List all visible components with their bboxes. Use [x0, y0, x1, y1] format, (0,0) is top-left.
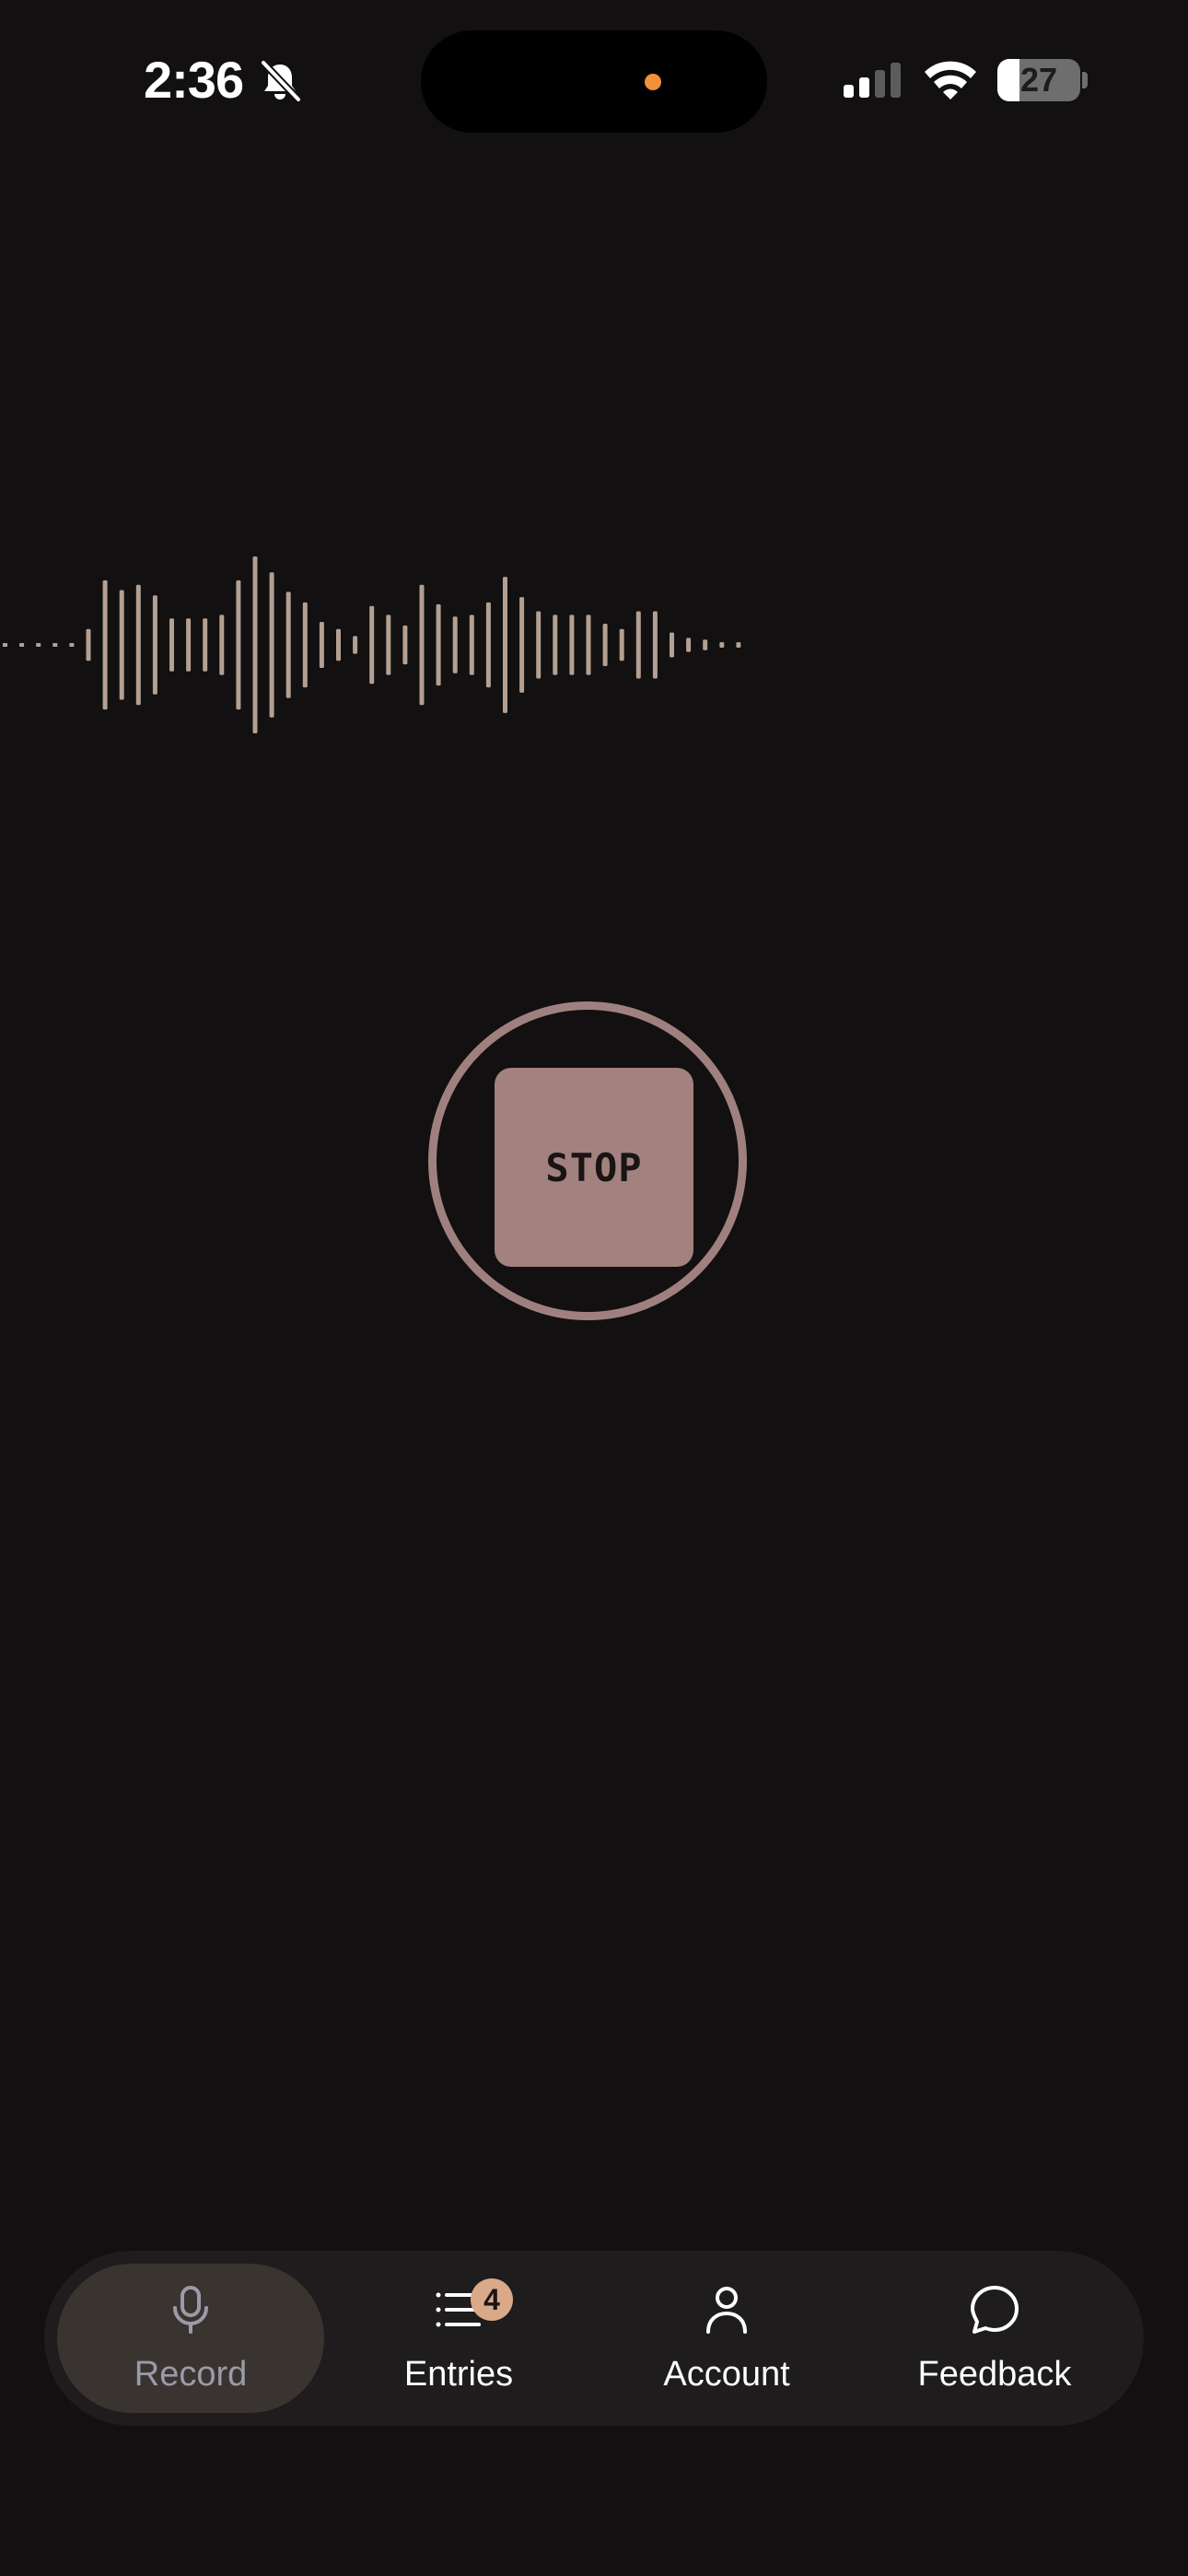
waveform-bar: [353, 636, 358, 654]
waveform-bar: [186, 618, 192, 672]
waveform-bar: [152, 595, 157, 695]
person-icon: [706, 2287, 747, 2334]
waveform-bar: [86, 628, 91, 662]
waveform-bar: [670, 632, 674, 658]
waveform-bar: [569, 615, 575, 675]
cellular-signal-icon: [844, 63, 901, 98]
waveform-tick: [3, 643, 7, 647]
waveform-bar: [536, 611, 542, 679]
waveform-bar: [302, 602, 308, 688]
waveform-bar: [436, 603, 441, 686]
waveform-bar: [602, 623, 608, 667]
waveform-tick: [36, 643, 41, 647]
battery-indicator: 27: [997, 59, 1080, 101]
waveform-bar: [619, 628, 624, 662]
tab-entries-label: Entries: [403, 2355, 514, 2394]
waveform-bar: [736, 642, 741, 648]
waveform-bar: [485, 602, 491, 688]
waveform-bar: [386, 615, 391, 675]
waveform-bar: [219, 615, 225, 675]
tab-feedback-label: Feedback: [917, 2355, 1072, 2394]
waveform-bar: [203, 618, 208, 672]
battery-cap: [1082, 72, 1088, 88]
microphone-icon: [173, 2286, 208, 2334]
waveform-bar: [169, 618, 174, 672]
waveform-bar: [586, 615, 591, 675]
waveform-bar: [703, 639, 708, 650]
tab-record[interactable]: Record: [57, 2264, 324, 2413]
tab-record-label: Record: [134, 2355, 248, 2394]
waveform-bar: [686, 638, 692, 652]
waveform-bar: [452, 616, 458, 673]
waveform-bar: [252, 556, 258, 733]
waveform-tick: [69, 643, 75, 647]
dynamic-island: [421, 30, 767, 133]
waveform-bar: [135, 584, 141, 706]
waveform-bar: [719, 642, 725, 648]
bell-slash-icon: [260, 59, 302, 103]
waveform-bar: [553, 615, 558, 675]
waveform-bar: [319, 622, 324, 668]
waveform-bar: [285, 591, 291, 698]
status-time: 2:36: [144, 51, 244, 109]
waveform-bar: [402, 625, 408, 665]
waveform-bar: [519, 597, 525, 693]
waveform-bar: [269, 572, 274, 718]
battery-level: 27: [1019, 61, 1058, 99]
chat-bubble-icon: [971, 2286, 1019, 2334]
tab-entries[interactable]: 4 Entries: [325, 2264, 592, 2413]
waveform-tick: [19, 643, 25, 647]
tab-account[interactable]: Account: [593, 2264, 860, 2413]
waveform-bar: [469, 615, 474, 675]
wifi-icon: [925, 61, 976, 100]
waveform-tick: [52, 643, 58, 647]
waveform-bar: [102, 580, 108, 710]
waveform-bar: [503, 577, 507, 713]
bottom-tab-bar: Record 4 Entries Account Feedback: [44, 2251, 1144, 2426]
waveform-bar: [652, 611, 658, 679]
waveform-bar: [635, 611, 641, 679]
stop-recording-button[interactable]: STOP: [495, 1068, 693, 1267]
tab-feedback[interactable]: Feedback: [861, 2264, 1128, 2413]
waveform-bar: [369, 605, 375, 685]
waveform-bar: [236, 580, 241, 710]
tab-account-label: Account: [663, 2355, 790, 2394]
entries-count-badge: 4: [471, 2278, 513, 2321]
waveform-bar: [119, 590, 124, 700]
audio-waveform: [3, 556, 741, 733]
waveform-bar: [336, 628, 341, 662]
waveform-bar: [419, 584, 425, 706]
privacy-indicator-dot: [645, 74, 661, 90]
stop-label: STOP: [545, 1144, 643, 1190]
